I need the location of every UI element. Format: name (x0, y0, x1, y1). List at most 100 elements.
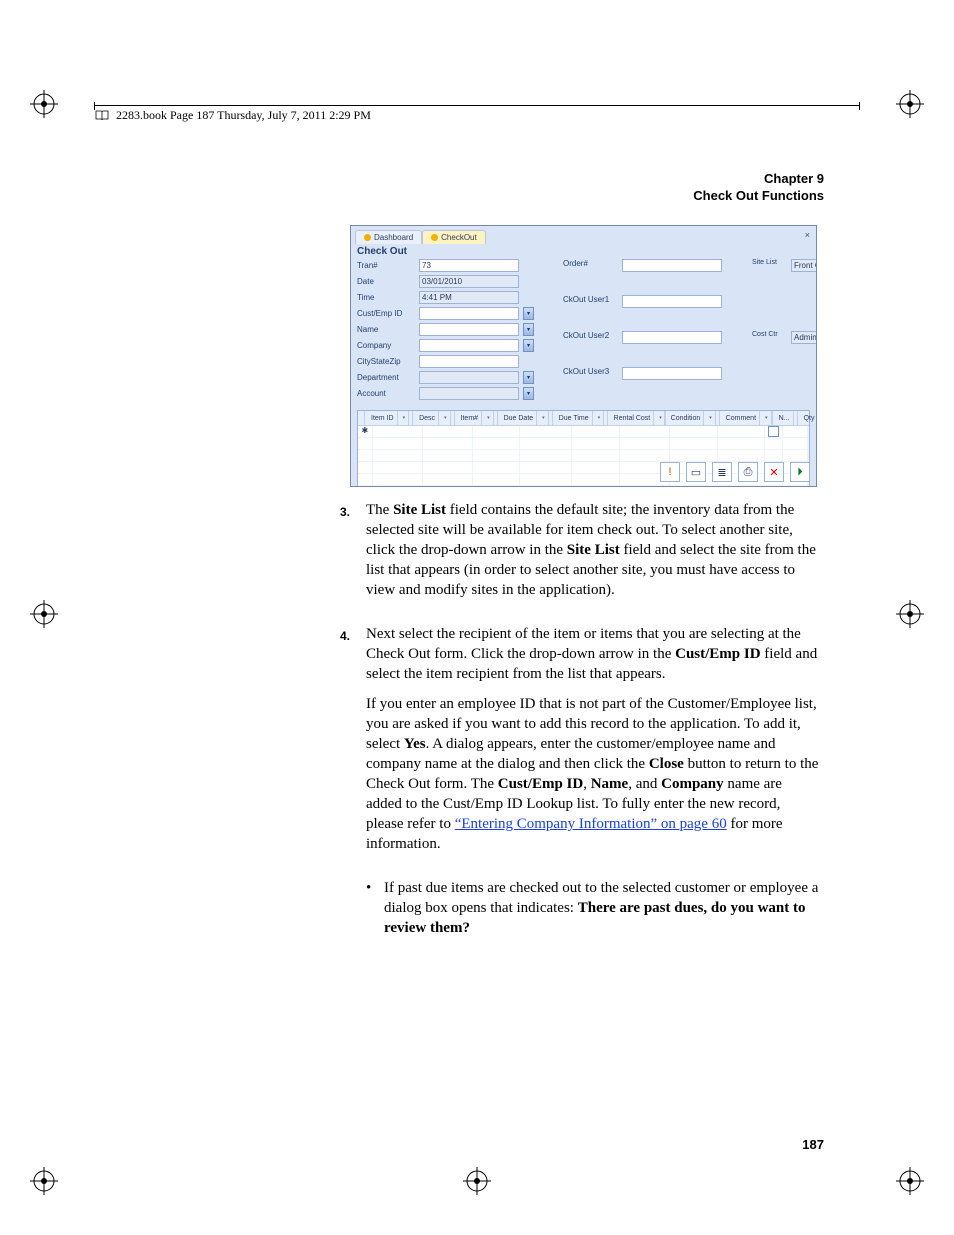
crop-mark-icon (896, 600, 924, 628)
chevron-down-icon[interactable]: ▾ (523, 323, 534, 336)
col-qty[interactable]: Qty▾ (798, 411, 817, 425)
label-ckout-user1: CkOut User1 (563, 295, 618, 328)
tab-checkout[interactable]: CheckOut (422, 230, 486, 244)
label-company: Company (357, 341, 415, 350)
field-account (419, 387, 519, 400)
running-header: Chapter 9 Check Out Functions (693, 170, 824, 204)
chapter-number: Chapter 9 (693, 170, 824, 187)
chevron-down-icon[interactable]: ▾ (523, 339, 534, 352)
col-rentalcost[interactable]: Rental Cost▾ (608, 411, 665, 425)
chevron-down-icon[interactable]: ▾ (523, 307, 534, 320)
crop-mark-icon (896, 90, 924, 118)
label-order: Order# (563, 259, 618, 292)
note-button[interactable]: ▭ (686, 462, 706, 482)
alert-button[interactable]: ! (660, 462, 680, 482)
body-text: 3. The Site List field contains the defa… (340, 500, 820, 948)
checkbox-icon[interactable] (768, 426, 779, 437)
checkout-screenshot: Dashboard CheckOut × Check Out Tran# 73 D… (350, 225, 817, 487)
col-condition[interactable]: Condition▾ (665, 411, 720, 425)
list-button[interactable]: ≣ (712, 462, 732, 482)
col-itemid[interactable]: Item ID▾ (365, 411, 413, 425)
bullet-icon: • (366, 878, 384, 948)
chapter-title: Check Out Functions (693, 187, 824, 204)
field-ckout-user2[interactable] (622, 331, 722, 344)
field-time: 4:41 PM (419, 291, 519, 304)
page: 2283.book Page 187 Thursday, July 7, 201… (0, 0, 954, 1235)
delete-button[interactable]: ✕ (764, 462, 784, 482)
label-account: Account (357, 389, 415, 398)
col-desc[interactable]: Desc▾ (413, 411, 454, 425)
label-date: Date (357, 277, 415, 286)
page-number: 187 (802, 1137, 824, 1152)
crop-mark-icon (30, 1167, 58, 1195)
crop-mark-icon (896, 1167, 924, 1195)
crop-mark-icon (30, 90, 58, 118)
col-n[interactable]: N... (773, 411, 798, 425)
book-icon (95, 110, 109, 122)
close-icon[interactable]: × (805, 230, 810, 244)
col-duedate[interactable]: Due Date▾ (498, 411, 553, 425)
step-number: 3. (340, 500, 366, 610)
label-site-list: Site List (752, 259, 788, 328)
step-4-p2: If you enter an employee ID that is not … (366, 694, 820, 854)
field-company[interactable] (419, 339, 519, 352)
tab-label: CheckOut (441, 233, 477, 242)
field-custemp[interactable] (419, 307, 519, 320)
form-title: Check Out (357, 246, 810, 257)
step-4-p1: Next select the recipient of the item or… (366, 624, 820, 684)
form-left-column: Tran# 73 Date 03/01/2010 Time 4:41 PM Cust/… (357, 259, 533, 400)
label-csz: CityStateZip (357, 357, 415, 366)
field-ckout-user1[interactable] (622, 295, 722, 308)
book-tag: 2283.book Page 187 Thursday, July 7, 201… (95, 108, 371, 123)
crop-mark-icon (30, 600, 58, 628)
chevron-down-icon[interactable]: ▾ (523, 387, 534, 400)
form-area: Tran# 73 Date 03/01/2010 Time 4:41 PM Cust/… (351, 259, 816, 400)
col-itemnum[interactable]: Item#▾ (455, 411, 498, 425)
frame-top-rule (95, 105, 859, 106)
print-button[interactable]: ⎙ (738, 462, 758, 482)
bullet-text: If past due items are checked out to the… (384, 878, 820, 938)
tab-dashboard[interactable]: Dashboard (355, 230, 422, 244)
label-tran: Tran# (357, 261, 415, 270)
field-ckout-user3[interactable] (622, 367, 722, 380)
field-site-list[interactable]: Front Office (791, 259, 817, 272)
step-3-text: The Site List field contains the default… (366, 500, 820, 600)
tab-label: Dashboard (374, 233, 413, 242)
step-number: 4. (340, 624, 366, 864)
tab-icon (364, 234, 371, 241)
grid-header: Item ID▾ Desc▾ Item#▾ Due Date▾ Due Time… (358, 411, 809, 426)
col-comment[interactable]: Comment▾ (720, 411, 773, 425)
tab-icon (431, 234, 438, 241)
label-time: Time (357, 293, 415, 302)
action-toolbar: ! ▭ ≣ ⎙ ✕ ⏵ (660, 462, 810, 482)
field-tran[interactable]: 73 (419, 259, 519, 272)
col-duetime[interactable]: Due Time▾ (553, 411, 608, 425)
step-4: 4. Next select the recipient of the item… (340, 624, 820, 864)
field-order[interactable] (622, 259, 722, 272)
label-name: Name (357, 325, 415, 334)
field-dept (419, 371, 519, 384)
book-tag-text: 2283.book Page 187 Thursday, July 7, 201… (116, 108, 371, 122)
form-side-column: Site ListFront Office▾ Cost CtrAdmin▾ (752, 259, 817, 400)
label-custemp: Cust/Emp ID (357, 309, 415, 318)
grid-row[interactable]: ✱ (358, 426, 809, 438)
form-mid-column: Order# CkOut User1 CkOut User2 CkOut Use… (563, 259, 722, 400)
label-ckout-user2: CkOut User2 (563, 331, 618, 364)
crop-mark-icon (463, 1167, 491, 1195)
tab-strip: Dashboard CheckOut × (351, 226, 816, 244)
step-3: 3. The Site List field contains the defa… (340, 500, 820, 610)
col-select[interactable] (358, 411, 365, 425)
grid-row[interactable] (358, 438, 809, 450)
label-dept: Department (357, 373, 415, 382)
xref-link[interactable]: “Entering Company Information” on page 6… (455, 816, 727, 832)
field-csz[interactable] (419, 355, 519, 368)
field-cost-ctr[interactable]: Admin (791, 331, 817, 344)
grid-row[interactable] (358, 450, 809, 462)
exit-button[interactable]: ⏵ (790, 462, 810, 482)
step-4-bullet: • If past due items are checked out to t… (366, 878, 820, 948)
field-date: 03/01/2010 (419, 275, 519, 288)
chevron-down-icon[interactable]: ▾ (523, 371, 534, 384)
label-cost-ctr: Cost Ctr (752, 331, 788, 400)
field-name[interactable] (419, 323, 519, 336)
label-ckout-user3: CkOut User3 (563, 367, 618, 400)
